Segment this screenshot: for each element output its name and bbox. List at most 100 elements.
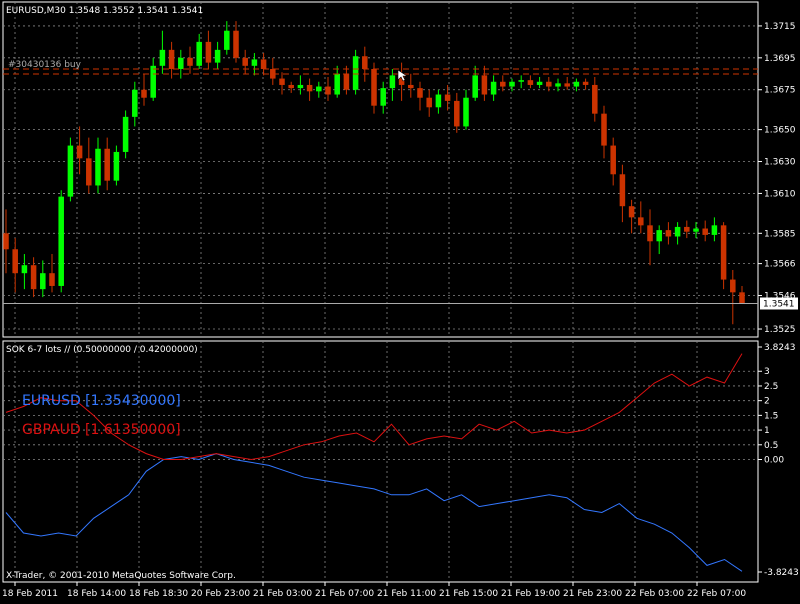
- current-price-label: 1.3541: [763, 300, 795, 310]
- candle-body: [555, 83, 561, 87]
- candle-body: [711, 225, 718, 235]
- candle-body: [260, 59, 267, 69]
- candle-body: [426, 97, 432, 108]
- time-tick-label: 21 Feb 23:00: [563, 589, 622, 599]
- candle-body: [536, 81, 543, 85]
- time-tick-label: 21 Feb 07:00: [315, 589, 374, 599]
- candle-body: [58, 196, 64, 286]
- candle-body: [168, 49, 175, 69]
- candle-body: [656, 230, 662, 242]
- chart-canvas[interactable]: #30430136 buy EURUSD,M30 1.3548 1.3552 1…: [0, 0, 800, 600]
- time-tick-label: 21 Feb 19:00: [501, 589, 560, 599]
- candle-body: [647, 225, 653, 242]
- candle-body: [343, 73, 350, 90]
- legend-gbpaud: GBPAUD [1.61350000]: [22, 422, 181, 438]
- time-tick-label: 21 Feb 15:00: [439, 589, 498, 599]
- candle-body: [297, 84, 304, 89]
- price-tick-label: 1.3630: [764, 158, 796, 168]
- candle-body: [233, 30, 239, 58]
- candle-body: [122, 116, 129, 152]
- time-tick-label: 22 Feb 07:00: [687, 589, 746, 599]
- candle-body: [408, 84, 414, 89]
- candle-body: [334, 73, 340, 95]
- candle-body: [500, 81, 506, 87]
- candle-body: [610, 145, 616, 175]
- indicator-tick-label: 2.5: [764, 382, 778, 392]
- time-tick-label: 18 Feb 2011: [2, 589, 58, 599]
- candle-body: [739, 292, 745, 304]
- candle-body: [187, 57, 193, 66]
- time-tick-label: 18 Feb 14:00: [67, 589, 126, 599]
- candle-body: [371, 69, 377, 106]
- candle-body: [702, 228, 708, 235]
- candle-body: [86, 158, 92, 186]
- time-tick-label: 21 Feb 11:00: [377, 589, 436, 599]
- candle-body: [481, 75, 488, 95]
- indicator-tick-label: -3.8243: [764, 568, 799, 578]
- candle-body: [67, 145, 74, 197]
- time-tick-label: 22 Feb 03:00: [625, 589, 684, 599]
- candle-body: [132, 89, 138, 117]
- price-tick-label: 1.3695: [764, 54, 796, 64]
- price-tick-label: 1.3585: [764, 229, 796, 239]
- candle-body: [417, 88, 423, 98]
- candle-body: [316, 86, 322, 92]
- indicator-tick-label: 0.5: [764, 441, 778, 451]
- copyright-text: X-Trader, © 2001-2010 MetaQuotes Softwar…: [6, 571, 236, 581]
- candle-body: [76, 145, 83, 159]
- candle-body: [95, 148, 101, 186]
- time-tick-label: 20 Feb 23:00: [191, 589, 250, 599]
- time-tick-label: 21 Feb 03:00: [253, 589, 312, 599]
- candle-body: [196, 41, 202, 66]
- price-tick-label: 1.3566: [764, 260, 796, 270]
- candle-body: [435, 94, 442, 108]
- candle-body: [463, 97, 469, 127]
- price-tick-label: 1.3675: [764, 86, 796, 96]
- candle-body: [509, 81, 515, 87]
- candle-body: [251, 59, 258, 66]
- candle-body: [104, 148, 110, 181]
- candle-body: [527, 80, 534, 85]
- indicator-tick-label: 0.00: [764, 456, 784, 466]
- candle-body: [619, 174, 626, 207]
- candle-body: [12, 249, 18, 274]
- candle-body: [601, 113, 607, 146]
- candle-body: [389, 75, 396, 89]
- candle-body: [490, 81, 497, 95]
- terminal-chart-window[interactable]: #30430136 buy EURUSD,M30 1.3548 1.3552 1…: [0, 0, 800, 600]
- candle-body: [178, 57, 184, 69]
- candle-body: [21, 265, 28, 274]
- candle-body: [665, 230, 672, 237]
- candle-body: [582, 81, 589, 85]
- time-tick-label: 18 Feb 18:30: [129, 589, 188, 599]
- candle-body: [306, 84, 313, 92]
- candle-body: [3, 233, 9, 250]
- price-tick-label: 1.3610: [764, 189, 796, 199]
- candle-body: [444, 94, 451, 101]
- candle-body: [380, 88, 386, 106]
- price-tick-label: 1.3650: [764, 126, 796, 136]
- candle-body: [30, 265, 37, 290]
- indicator-tick-label: 1: [764, 426, 770, 436]
- candle-body: [684, 226, 690, 232]
- candle-body: [592, 84, 598, 114]
- candle-body: [693, 228, 699, 232]
- candle-body: [214, 49, 221, 63]
- candle-body: [113, 151, 120, 181]
- current-price-tag: 1.3541: [760, 297, 798, 310]
- indicator-tick-label: 2: [764, 397, 770, 407]
- candle-body: [638, 217, 644, 226]
- indicator-title: SOK 6-7 lots // (0.50000000 / 0.42000000…: [6, 345, 198, 355]
- order-label[interactable]: #30430136 buy: [8, 60, 82, 70]
- candle-body: [628, 206, 635, 218]
- candle-body: [564, 83, 570, 87]
- candle-body: [141, 89, 147, 98]
- candle-body: [352, 56, 359, 90]
- candle-body: [205, 41, 212, 63]
- candle-body: [674, 226, 681, 237]
- candle-body: [49, 273, 55, 286]
- candle-body: [720, 225, 727, 280]
- price-tick-label: 1.3715: [764, 22, 796, 32]
- chart-title: EURUSD,M30 1.3548 1.3552 1.3541 1.3541: [6, 6, 203, 16]
- candle-body: [288, 84, 294, 89]
